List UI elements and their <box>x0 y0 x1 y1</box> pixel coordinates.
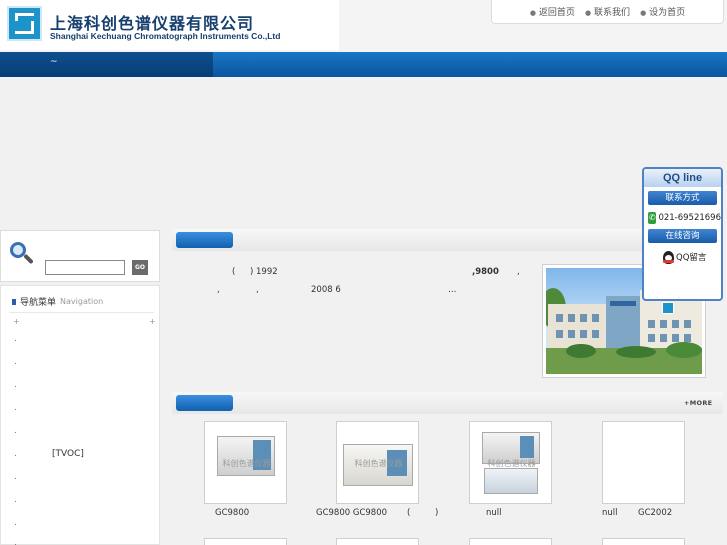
online-consult-button[interactable]: 在线咨询 <box>648 229 717 243</box>
search-box: GO <box>0 230 160 282</box>
qq-penguin-icon <box>663 250 674 264</box>
product-caption[interactable]: GC9800 GC9800 <box>316 508 387 518</box>
nav-subtitle: Navigation <box>60 297 104 306</box>
about-section-bar <box>172 229 723 251</box>
bullet-icon: ● <box>640 9 647 17</box>
set-homepage-link-label: 设为首页 <box>649 8 686 18</box>
nav-divider <box>9 312 154 313</box>
expand-icon[interactable]: + <box>13 317 20 326</box>
product-card-next-row[interactable] <box>602 538 685 545</box>
nav-item[interactable]: . [TVOC] <box>14 449 84 461</box>
qq-message-label: QQ留言 <box>676 253 707 263</box>
product-caption[interactable]: null <box>602 508 618 518</box>
nav-item-label: [TVOC] <box>52 449 84 459</box>
search-go-button[interactable]: GO <box>132 260 148 275</box>
contact-info-button[interactable]: 联系方式 <box>648 191 717 205</box>
about-comma: , <box>256 285 259 295</box>
products-section-tab[interactable] <box>176 395 233 411</box>
products-section-bar: +MORE <box>172 392 723 414</box>
nav-item-bullet: . <box>14 403 17 413</box>
set-homepage-link[interactable]: ● 设为首页 <box>640 5 685 18</box>
nav-item[interactable]: . <box>14 538 52 545</box>
nav-item-bullet: . <box>14 426 17 436</box>
home-link[interactable]: ● 返回首页 <box>530 5 575 18</box>
nav-item-bullet: . <box>14 380 17 390</box>
nav-bar-text[interactable]: ~ <box>50 57 58 67</box>
product-card[interactable]: 科创色谱仪器 <box>204 421 287 504</box>
nav-item[interactable]: . <box>14 518 52 530</box>
product-caption[interactable]: null <box>486 508 502 518</box>
bullet-icon: ● <box>529 9 536 17</box>
nav-item-bullet: . <box>14 449 17 459</box>
about-paren: ( <box>232 267 236 277</box>
header: 上海科创色谱仪器有限公司 Shanghai Kechuang Chromatog… <box>0 0 727 52</box>
nav-item[interactable]: . <box>14 334 52 346</box>
nav-item[interactable]: . <box>14 403 52 415</box>
product-image <box>484 468 538 494</box>
product-watermark: 科创色谱仪器 <box>487 459 536 468</box>
qq-message-link[interactable]: QQ留言 <box>663 249 721 265</box>
product-card[interactable]: 科创色谱仪器 <box>469 421 552 504</box>
product-caption[interactable]: ( <box>407 508 410 518</box>
bullet-icon: ● <box>584 9 592 17</box>
square-bullet-icon <box>12 298 16 305</box>
contact-link-label: 联系我们 <box>594 8 631 18</box>
product-caption[interactable]: GC9800 <box>215 508 249 518</box>
nav-title: 导航菜单 <box>20 298 57 308</box>
nav-bar-left <box>0 52 213 77</box>
nav-item-bullet: . <box>14 472 17 482</box>
nav-item-bullet: . <box>14 538 17 545</box>
logo-area[interactable]: 上海科创色谱仪器有限公司 Shanghai Kechuang Chromatog… <box>0 0 339 50</box>
expand-icon[interactable]: + <box>149 317 156 326</box>
about-comma: , <box>217 285 220 295</box>
company-name-en: Shanghai Kechuang Chromatograph Instrume… <box>50 31 281 41</box>
about-founded-year: ) 1992 <box>250 267 278 277</box>
nav-item[interactable]: . <box>14 495 52 507</box>
phone-row: ✆ 021-69521696 <box>648 211 721 225</box>
nav-header: 导航菜单 Navigation <box>12 295 103 308</box>
product-watermark: 科创色谱仪器 <box>354 459 403 468</box>
nav-item-bullet: . <box>14 334 17 344</box>
product-card-next-row[interactable] <box>204 538 287 545</box>
search-input[interactable] <box>45 260 125 275</box>
qq-widget-title: QQ line <box>644 169 721 187</box>
product-caption[interactable]: ) <box>435 508 438 518</box>
about-model: ,9800 <box>472 267 499 277</box>
navigation-panel: 导航菜单 Navigation + + . . . . . . [TVOC] . .… <box>0 285 160 545</box>
product-card-next-row[interactable] <box>469 538 552 545</box>
nav-item[interactable]: . <box>14 357 52 369</box>
qq-online-widget: QQ line 联系方式 ✆ 021-69521696 在线咨询 QQ留言 <box>642 167 723 301</box>
company-logo-icon <box>7 6 42 41</box>
top-links: ● 返回首页 ● 联系我们 ● 设为首页 <box>491 0 724 24</box>
product-caption[interactable]: GC2002 <box>638 508 672 518</box>
about-ellipsis: … <box>448 285 457 295</box>
home-link-label: 返回首页 <box>538 8 575 18</box>
nav-item-bullet: . <box>14 357 17 367</box>
nav-item[interactable]: . <box>14 472 52 484</box>
phone-number: 021-69521696 <box>658 213 721 223</box>
product-card-next-row[interactable] <box>336 538 419 545</box>
about-date: 2008 6 <box>311 285 341 295</box>
contact-link[interactable]: ● 联系我们 <box>585 5 630 18</box>
search-icon-handle <box>23 253 34 265</box>
nav-item[interactable]: . <box>14 426 52 438</box>
product-card[interactable]: 科创色谱仪器 <box>336 421 419 504</box>
main-nav-bar: ~ <box>0 52 727 77</box>
phone-icon: ✆ <box>648 212 657 224</box>
about-section-tab[interactable] <box>176 232 233 248</box>
nav-item-bullet: . <box>14 495 17 505</box>
product-image-panel <box>520 436 534 458</box>
nav-item[interactable]: . <box>14 380 52 392</box>
product-watermark: 科创色谱仪器 <box>222 459 271 468</box>
nav-item-bullet: . <box>14 518 17 528</box>
product-card[interactable] <box>602 421 685 504</box>
more-link[interactable]: +MORE <box>684 399 712 407</box>
about-comma: , <box>517 267 520 277</box>
